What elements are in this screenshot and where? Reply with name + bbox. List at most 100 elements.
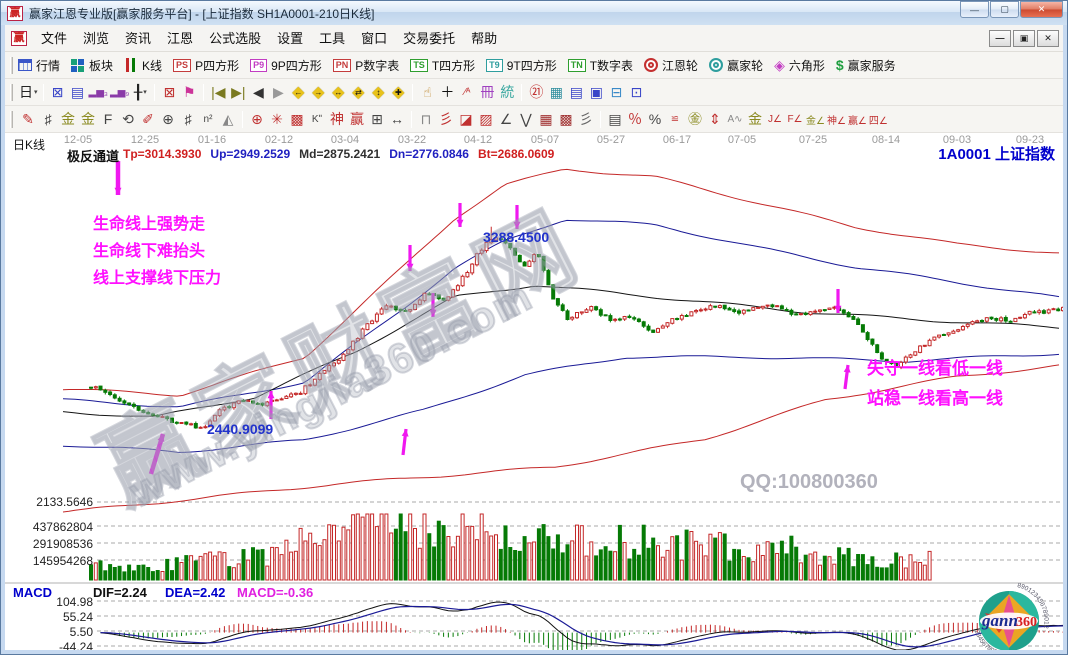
menu-settings[interactable]: 设置 [277, 31, 303, 46]
mdi-restore-button[interactable]: ▣ [1013, 29, 1035, 47]
copy-chart-icon[interactable]: ⊟ [607, 83, 625, 102]
nine-bars-icon[interactable]: ▂▅₉ [110, 83, 129, 102]
menu-file[interactable]: 文件 [41, 31, 67, 46]
candle-style-menu[interactable]: ╂ ▾ [131, 83, 149, 102]
fib-tool-icon[interactable]: F [99, 110, 117, 129]
notes-icon[interactable]: ▤ [567, 83, 585, 102]
angle-flag-icon[interactable]: ◭ [219, 110, 237, 129]
period-day-menu[interactable]: 日 ▾ [19, 83, 38, 102]
kline-button[interactable]: K线 [124, 57, 171, 74]
indicator-flag-icon[interactable]: ⚑ [180, 83, 198, 102]
hand-tool-icon[interactable]: ☝ [418, 83, 436, 102]
menu-trade-order[interactable]: 交易委托 [403, 31, 455, 46]
wave-a-icon[interactable]: A∿ [726, 110, 744, 129]
zoom-out-x-icon[interactable]: ◆ ← [289, 83, 307, 102]
frame-tool-icon[interactable]: ⊓ [417, 110, 435, 129]
k-wave-icon[interactable]: Kʺ [308, 110, 326, 129]
star-ray-icon[interactable]: ✳ [268, 110, 286, 129]
angle-line-icon[interactable]: ∠ [497, 110, 515, 129]
pen-tool-icon[interactable]: ✐ [139, 110, 157, 129]
zigzag-icon[interactable]: ⋁ [517, 110, 535, 129]
calculator-icon[interactable]: ▦ [547, 83, 565, 102]
magic-tool-icon[interactable]: 神 [328, 110, 346, 129]
save-icon[interactable]: ▣ [587, 83, 605, 102]
updown-brush-icon[interactable]: ⇕ [706, 110, 724, 129]
last-page-icon[interactable]: ▶| [229, 83, 247, 102]
spiral-tool-icon[interactable]: ⟲ [119, 110, 137, 129]
speed-lines-icon[interactable]: 彡 [577, 110, 595, 129]
menu-help[interactable]: 帮助 [471, 31, 497, 46]
chart-area[interactable]: 赢家财富网 www.yingjia360.com QQ:100800360 日K… [5, 133, 1063, 650]
gold-section-icon[interactable]: 金 [79, 110, 97, 129]
crosshair-icon[interactable]: ＋ [438, 83, 456, 102]
menu-tools[interactable]: 工具 [319, 31, 345, 46]
percent-red-icon[interactable]: ％ [626, 110, 644, 129]
density-grid-icon[interactable]: ♯ [179, 110, 197, 129]
fit-all-icon[interactable]: ◆ ✚ [389, 83, 407, 102]
mdi-minimize-button[interactable]: — [989, 29, 1011, 47]
gold-angle-icon[interactable]: 金∠ [806, 110, 825, 129]
mdi-close-button[interactable]: ✕ [1037, 29, 1059, 47]
fan-box-icon[interactable]: ◪ [457, 110, 475, 129]
maximize-button[interactable]: ▢ [990, 1, 1019, 18]
gann-wheel-button[interactable]: 江恩轮 [644, 57, 707, 74]
minimize-button[interactable]: — [960, 1, 989, 18]
magic-angle-icon[interactable]: 神∠ [827, 110, 846, 129]
shade-box-icon[interactable]: ▨ [477, 110, 495, 129]
gann-tool-teal-icon[interactable]: 統 [498, 83, 516, 102]
p-square-button[interactable]: PS P四方形 [173, 57, 248, 74]
winner-service-button[interactable]: $ 赢家服务 [836, 57, 905, 74]
square-numbers-icon[interactable]: n² [199, 110, 217, 129]
f-angle-icon[interactable]: F∠ [786, 110, 804, 129]
gold-ratio-icon[interactable]: 金 [59, 110, 77, 129]
parallel-percent-icon[interactable]: ≌ [666, 110, 684, 129]
9t-square-button[interactable]: T9 9T四方形 [486, 57, 566, 74]
j-angle-icon[interactable]: J∠ [766, 110, 784, 129]
close-button[interactable]: ✕ [1020, 1, 1063, 18]
cycle-circle-icon[interactable]: ⊕ [159, 110, 177, 129]
9p-square-button[interactable]: P9 9P四方形 [250, 57, 331, 74]
menu-window[interactable]: 窗口 [361, 31, 387, 46]
fan-lines-icon[interactable]: 彡 [437, 110, 455, 129]
gann-circle-icon[interactable]: ⊕ [248, 110, 266, 129]
grid-red-icon[interactable]: ▦ [537, 110, 555, 129]
prev-bar-icon[interactable]: ◀ [249, 83, 267, 102]
hexagon-button[interactable]: ◈ 六角形 [774, 57, 834, 74]
zoom-in-x-icon[interactable]: ◆ → [309, 83, 327, 102]
gold-circle-icon[interactable]: ㊎ [686, 110, 704, 129]
first-page-icon[interactable]: |◀ [209, 83, 227, 102]
gann-tool-purple-icon[interactable]: 冊 [478, 83, 496, 102]
grid-tool-icon[interactable]: ♯ [39, 110, 57, 129]
menu-news[interactable]: 资讯 [125, 31, 151, 46]
grid-dense-icon[interactable]: ▩ [557, 110, 575, 129]
gann-box-icon[interactable]: ▩ [288, 110, 306, 129]
winner-wheel-button[interactable]: 赢家轮 [709, 57, 772, 74]
compress-x-icon[interactable]: ◆ ⇄ [349, 83, 367, 102]
p-table-button[interactable]: PN P数字表 [332, 57, 409, 74]
percent-icon[interactable]: % [646, 110, 664, 129]
winner-angle-icon[interactable]: 赢∠ [848, 110, 867, 129]
quotes-button[interactable]: 行情 [18, 57, 69, 74]
f10-info-icon[interactable]: ▤ [69, 83, 87, 102]
winner-tool-icon[interactable]: 赢 [348, 110, 366, 129]
four-angle-icon[interactable]: 四∠ [869, 110, 888, 129]
overlay-kline-icon[interactable]: ⊠ [160, 83, 178, 102]
ruler-grid-icon[interactable]: ⊞ [368, 110, 386, 129]
three-bars-icon[interactable]: ▂▅₃ [89, 83, 108, 102]
expand-x-icon[interactable]: ◆ ↔ [329, 83, 347, 102]
sectors-button[interactable]: 板块 [71, 57, 122, 74]
menu-browse[interactable]: 浏览 [83, 31, 109, 46]
brush-tool-icon[interactable]: ✎ [19, 110, 37, 129]
expand-y-icon[interactable]: ◆ ↕ [369, 83, 387, 102]
menu-formula-stockpick[interactable]: 公式选股 [209, 31, 261, 46]
t-square-button[interactable]: TS T四方形 [410, 57, 484, 74]
dynamic-quote-icon[interactable]: ⊠ [49, 83, 67, 102]
calendar-icon[interactable]: ㉑ [527, 83, 545, 102]
gold-lines-icon[interactable]: 金 [746, 110, 764, 129]
trendline-tool-icon[interactable]: ∕ᴬ [458, 83, 476, 102]
t-table-button[interactable]: TN T数字表 [567, 57, 642, 74]
next-bar-icon[interactable]: ▶ [269, 83, 287, 102]
stats-table-icon[interactable]: ▤ [606, 110, 624, 129]
print-icon[interactable]: ⊡ [627, 83, 645, 102]
measure-x-icon[interactable]: ↔ [388, 110, 406, 129]
